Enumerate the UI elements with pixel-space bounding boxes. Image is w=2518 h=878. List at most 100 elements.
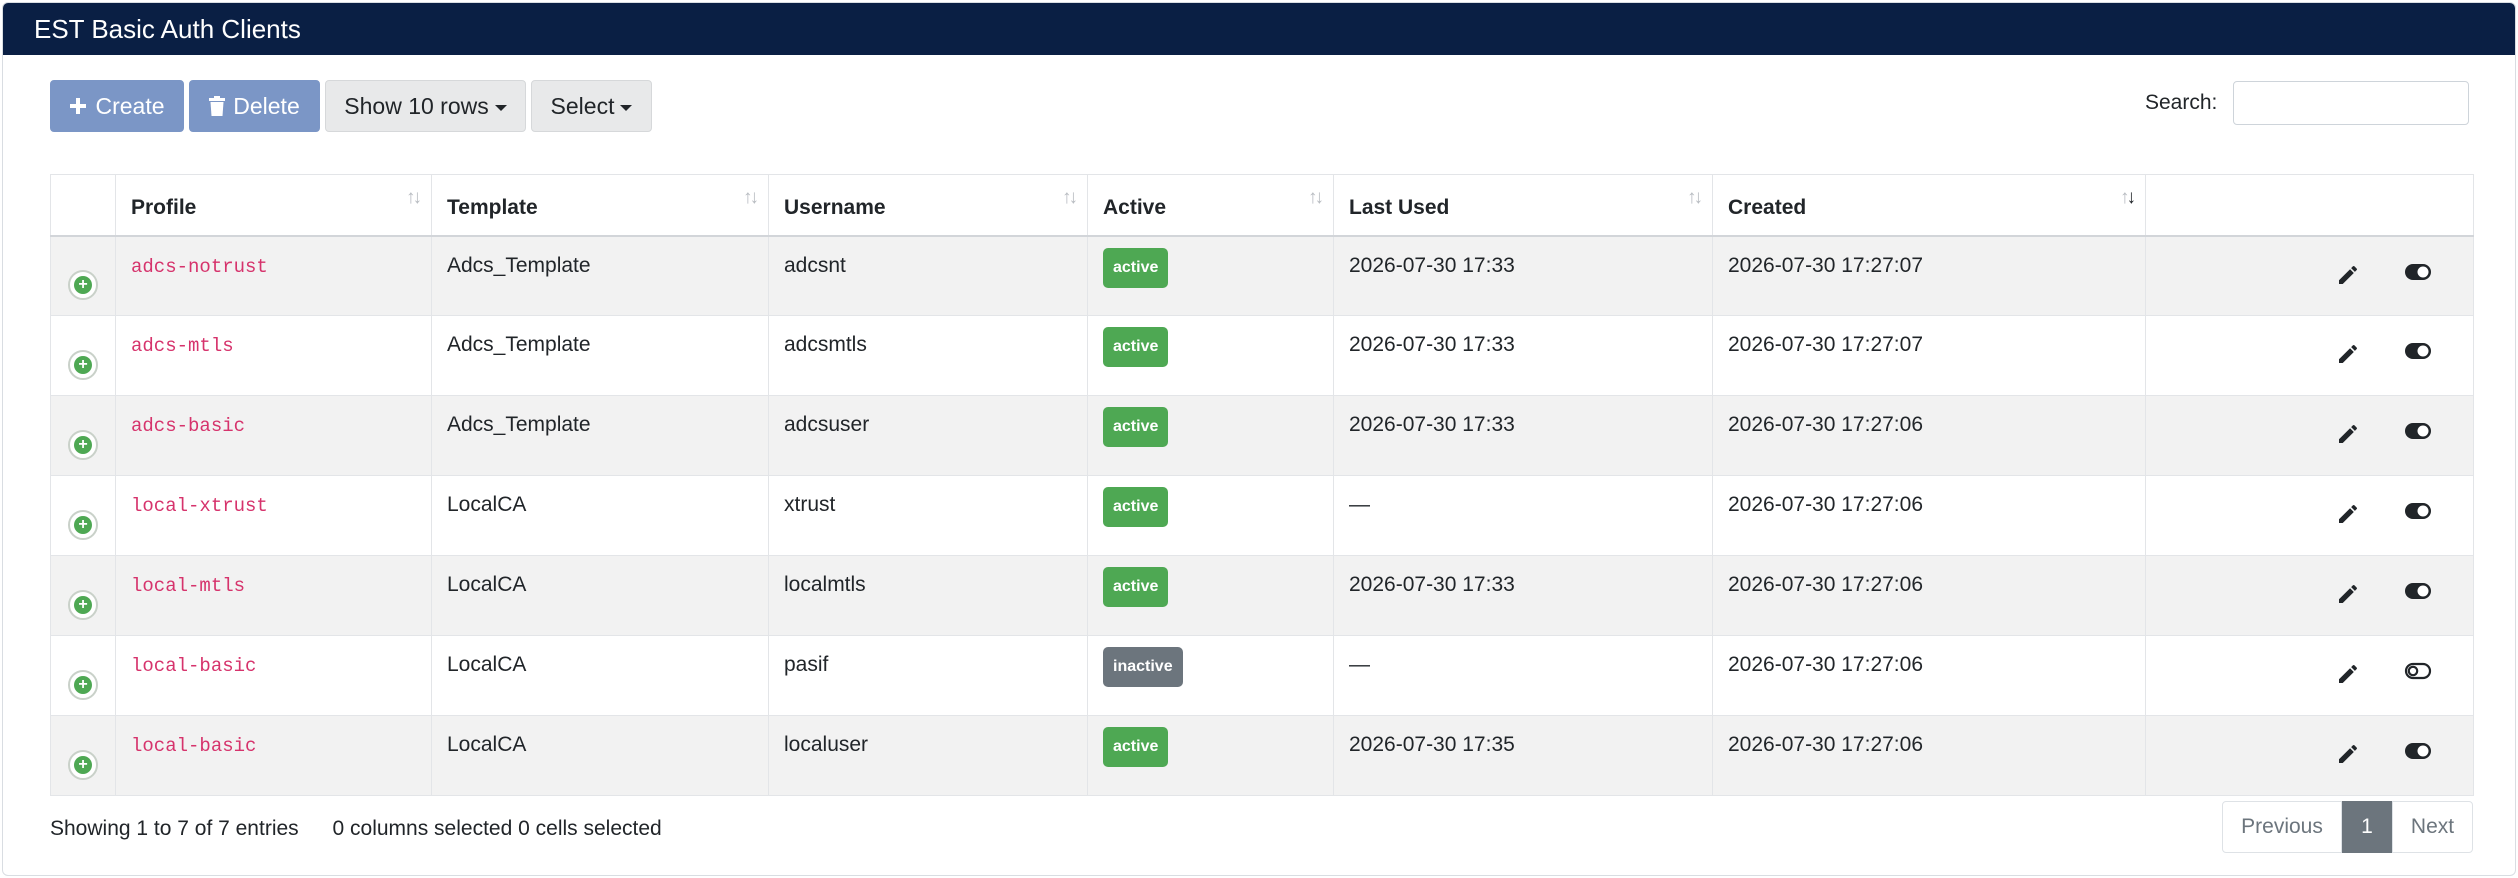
actions-cell — [2145, 715, 2474, 796]
created-cell: 2026-07-30 17:27:06 — [1712, 475, 2146, 556]
page-1-button[interactable]: 1 — [2342, 801, 2392, 853]
profile-name: local-xtrust — [131, 495, 268, 517]
profile-cell: adcs-basic — [115, 395, 432, 476]
search-input[interactable] — [2233, 81, 2470, 125]
active-cell: active — [1087, 475, 1334, 556]
expand-cell[interactable]: + — [50, 475, 116, 556]
create-button[interactable]: Create — [50, 80, 184, 132]
last-used-cell: 2026-07-30 17:33 — [1333, 395, 1713, 476]
created-cell: 2026-07-30 17:27:07 — [1712, 235, 2146, 316]
entries-info: Showing 1 to 7 of 7 entries — [50, 817, 299, 840]
toggle-on-icon[interactable] — [2404, 263, 2432, 281]
profile-name: adcs-mtls — [131, 335, 234, 357]
columns-selected-info: 0 columns selected — [332, 817, 513, 840]
toggle-on-icon[interactable] — [2404, 422, 2432, 440]
plus-circle-icon[interactable]: + — [68, 749, 98, 780]
pencil-icon[interactable] — [2336, 502, 2360, 526]
table-row: + local-mtls LocalCA localmtls active 20… — [50, 555, 2474, 636]
sort-arrows-icon: ↑↓ — [406, 187, 422, 208]
plus-circle-icon[interactable]: + — [68, 669, 98, 700]
plus-circle-icon[interactable]: + — [68, 509, 98, 540]
profile-cell: local-xtrust — [115, 475, 432, 556]
column-header-username[interactable]: Username ↑↓ — [768, 174, 1088, 237]
plus-circle-icon[interactable]: + — [68, 589, 98, 620]
show-rows-dropdown[interactable]: Show 10 rows — [325, 80, 526, 132]
pencil-icon[interactable] — [2336, 742, 2360, 766]
toggle-on-icon[interactable] — [2404, 502, 2432, 520]
toggle-off-icon[interactable] — [2404, 662, 2432, 680]
table-row: + adcs-mtls Adcs_Template adcsmtls activ… — [50, 315, 2474, 396]
create-button-label: Create — [95, 92, 165, 119]
profile-name: adcs-basic — [131, 415, 246, 437]
column-header-template[interactable]: Template ↑↓ — [431, 174, 769, 237]
active-cell: active — [1087, 235, 1334, 316]
next-page-button[interactable]: Next — [2392, 801, 2473, 853]
actions-column-header — [2145, 174, 2474, 237]
active-cell: active — [1087, 315, 1334, 396]
pencil-icon[interactable] — [2336, 263, 2360, 287]
toggle-on-icon[interactable] — [2404, 582, 2432, 600]
active-cell: active — [1087, 715, 1334, 796]
pencil-icon[interactable] — [2336, 662, 2360, 686]
sort-arrows-icon: ↑↓ — [1687, 187, 1703, 208]
active-cell: active — [1087, 555, 1334, 636]
expand-cell[interactable]: + — [50, 235, 116, 316]
plus-circle-icon[interactable]: + — [68, 269, 98, 300]
profile-name: local-basic — [131, 655, 257, 677]
expand-column-header — [50, 174, 116, 237]
table-row: + local-basic LocalCA localuser active 2… — [50, 715, 2474, 796]
status-badge: active — [1103, 727, 1169, 767]
toggle-on-icon[interactable] — [2404, 342, 2432, 360]
trash-icon — [209, 96, 226, 116]
toggle-on-icon[interactable] — [2404, 742, 2432, 760]
previous-page-button[interactable]: Previous — [2222, 801, 2342, 853]
pencil-icon[interactable] — [2336, 342, 2360, 366]
active-cell: inactive — [1087, 635, 1334, 716]
status-badge: active — [1103, 567, 1169, 607]
column-header-active[interactable]: Active ↑↓ — [1087, 174, 1334, 237]
expand-cell[interactable]: + — [50, 715, 116, 796]
profile-name: local-mtls — [131, 575, 246, 597]
username-cell: localuser — [768, 715, 1088, 796]
select-dropdown[interactable]: Select — [531, 80, 652, 132]
created-cell: 2026-07-30 17:27:06 — [1712, 635, 2146, 716]
created-cell: 2026-07-30 17:27:06 — [1712, 395, 2146, 476]
column-header-created[interactable]: Created ↑↓ — [1712, 174, 2146, 237]
sort-arrows-icon: ↑↓ — [743, 187, 759, 208]
actions-cell — [2145, 635, 2474, 716]
delete-button[interactable]: Delete — [189, 80, 320, 132]
last-used-cell: — — [1333, 475, 1713, 556]
page-title: EST Basic Auth Clients — [3, 3, 2515, 55]
profile-cell: adcs-mtls — [115, 315, 432, 396]
template-cell: LocalCA — [431, 635, 769, 716]
expand-cell[interactable]: + — [50, 395, 116, 476]
expand-cell[interactable]: + — [50, 635, 116, 716]
caret-down-icon — [620, 104, 633, 111]
cells-selected-info: 0 cells selected — [518, 817, 662, 840]
caret-down-icon — [494, 104, 507, 111]
profile-name: local-basic — [131, 735, 257, 757]
profile-name: adcs-notrust — [131, 255, 268, 278]
status-badge: inactive — [1103, 647, 1183, 687]
plus-circle-icon[interactable]: + — [68, 429, 98, 460]
pencil-icon[interactable] — [2336, 582, 2360, 606]
delete-button-label: Delete — [233, 92, 300, 119]
table-header-row: Profile ↑↓ Template ↑↓ Username ↑↓ Active ↑↓… — [50, 174, 2474, 237]
profile-cell: adcs-notrust — [115, 235, 432, 316]
column-header-last-used[interactable]: Last Used ↑↓ — [1333, 174, 1713, 237]
actions-cell — [2145, 475, 2474, 556]
username-cell: adcsmtls — [768, 315, 1088, 396]
plus-circle-icon[interactable]: + — [68, 349, 98, 380]
actions-cell — [2145, 315, 2474, 396]
plus-icon — [69, 97, 87, 115]
pencil-icon[interactable] — [2336, 422, 2360, 446]
table-row: + adcs-basic Adcs_Template adcsuser acti… — [50, 395, 2474, 476]
expand-cell[interactable]: + — [50, 315, 116, 396]
expand-cell[interactable]: + — [50, 555, 116, 636]
column-header-profile[interactable]: Profile ↑↓ — [115, 174, 432, 237]
toolbar: Create Delete Show 10 rows Select — [50, 80, 652, 132]
sort-desc-icon: ↑↓ — [2120, 187, 2136, 208]
last-used-cell: 2026-07-30 17:33 — [1333, 235, 1713, 316]
actions-cell — [2145, 395, 2474, 476]
username-cell: adcsnt — [768, 235, 1088, 316]
